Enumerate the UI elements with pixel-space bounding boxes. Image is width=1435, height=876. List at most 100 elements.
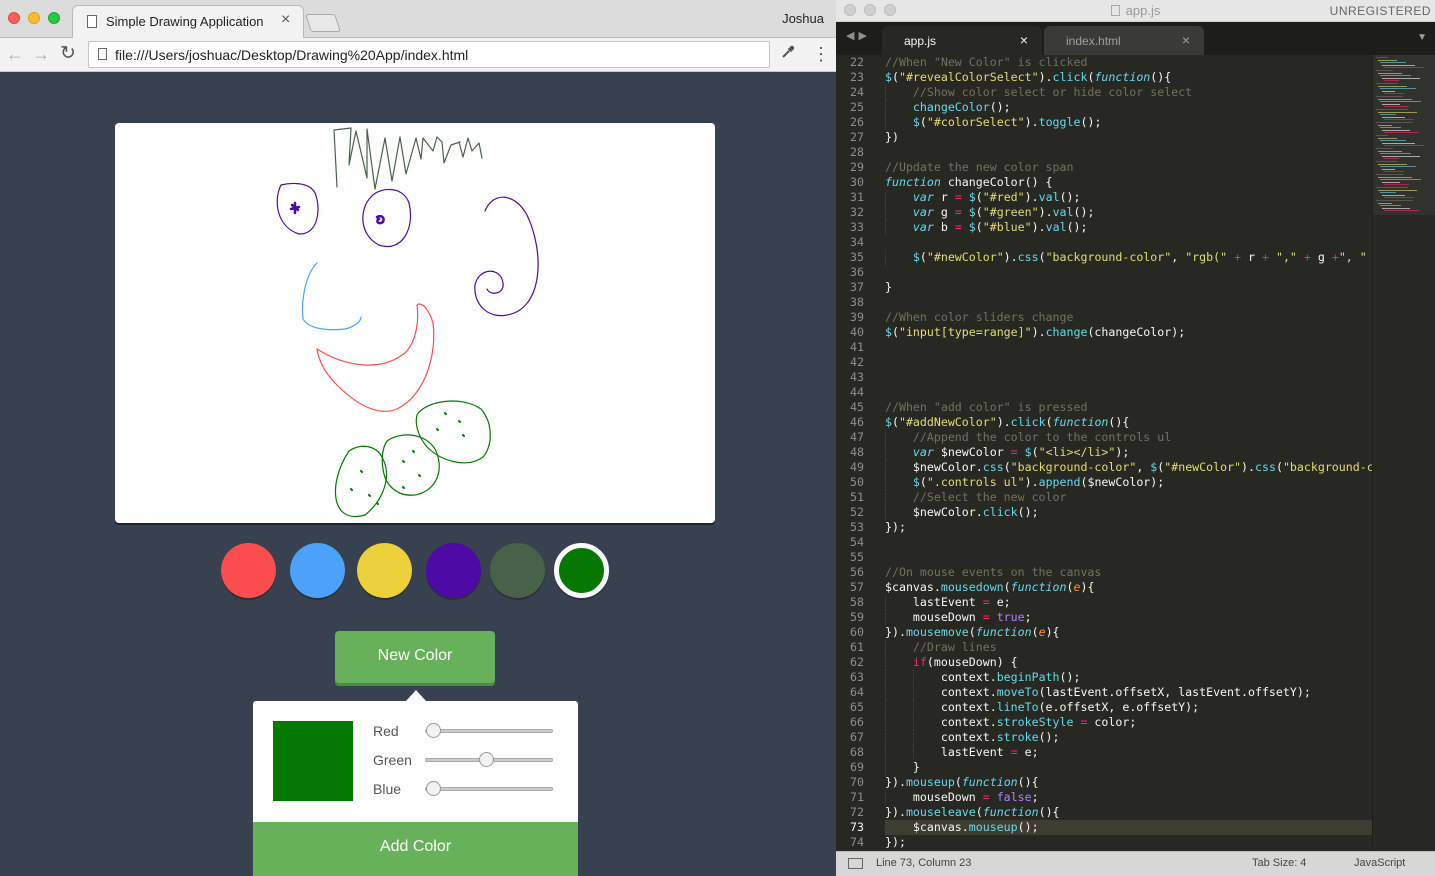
tab-close-icon[interactable]: × (1020, 32, 1028, 48)
code-line[interactable]: context.moveTo(lastEvent.offsetX, lastEv… (885, 685, 1374, 700)
profile-name[interactable]: Joshua (782, 11, 824, 26)
code-line[interactable]: } (885, 280, 1374, 295)
code-line[interactable]: changeColor(); (885, 100, 1374, 115)
code-line[interactable]: var g = $("#green").val(); (885, 205, 1374, 220)
tab-close-icon[interactable]: × (1182, 32, 1190, 48)
code-line[interactable] (885, 145, 1374, 160)
code-line[interactable]: $("#newColor").css("background-color", "… (885, 250, 1374, 265)
code-line[interactable]: var r = $("#red").val(); (885, 190, 1374, 205)
code-line[interactable]: if(mouseDown) { (885, 655, 1374, 670)
drawing-canvas[interactable] (115, 123, 715, 523)
code-line[interactable]: //When color sliders change (885, 310, 1374, 325)
address-bar-url[interactable]: file:///Users/joshuac/Desktop/Drawing%20… (115, 47, 468, 63)
blue-slider-thumb[interactable] (426, 781, 441, 796)
code-line[interactable]: }).mouseleave(function(){ (885, 805, 1374, 820)
eyedropper-icon[interactable] (780, 44, 796, 64)
browser-tab[interactable]: Simple Drawing Application × (72, 5, 304, 39)
menu-dots-icon[interactable]: ⋮ (812, 42, 830, 66)
code-line[interactable]: mouseDown = true; (885, 610, 1374, 625)
code-line[interactable]: }).mousemove(function(e){ (885, 625, 1374, 640)
back-arrow-icon[interactable]: ← (6, 43, 24, 65)
code-area[interactable]: //When "New Color" is clicked $("#revealC… (885, 55, 1374, 851)
tab-size-setting[interactable]: Tab Size: 4 (1252, 857, 1306, 869)
code-line[interactable]: } (885, 760, 1374, 775)
syntax-setting[interactable]: JavaScript (1354, 857, 1405, 869)
address-bar[interactable]: file:///Users/joshuac/Desktop/Drawing%20… (88, 41, 770, 68)
green-slider-thumb[interactable] (479, 752, 495, 767)
code-line[interactable] (885, 550, 1374, 565)
code-line[interactable]: lastEvent = e; (885, 745, 1374, 760)
code-line[interactable]: //Append the color to the controls ul (885, 430, 1374, 445)
tab-index-html[interactable]: index.html × (1044, 26, 1204, 55)
tab-app-js[interactable]: app.js × (882, 26, 1042, 55)
panel-toggle-icon[interactable] (848, 858, 863, 869)
code-line[interactable]: context.lineTo(e.offsetX, e.offsetY); (885, 700, 1374, 715)
code-line[interactable] (885, 355, 1374, 370)
code-line[interactable]: var b = $("#blue").val(); (885, 220, 1374, 235)
color-swatch-green[interactable] (554, 543, 609, 598)
color-swatch-blue[interactable] (290, 543, 345, 598)
code-line[interactable]: lastEvent = e; (885, 595, 1374, 610)
code-line[interactable]: context.beginPath(); (885, 670, 1374, 685)
reload-icon[interactable]: ↻ (60, 43, 76, 65)
code-line[interactable]: $("#colorSelect").toggle(); (885, 115, 1374, 130)
minimap-line (1384, 67, 1424, 69)
code-line[interactable]: $(".controls ul").append($newColor); (885, 475, 1374, 490)
code-line[interactable] (885, 340, 1374, 355)
code-line[interactable]: context.strokeStyle = color; (885, 715, 1374, 730)
minimap[interactable] (1372, 55, 1435, 851)
code-line[interactable]: }); (885, 835, 1374, 850)
minimap-line (1378, 137, 1397, 139)
code-line[interactable]: //When "add color" is pressed (885, 400, 1374, 415)
code-line[interactable]: $("#addNewColor").click(function(){ (885, 415, 1374, 430)
desktop: Simple Drawing Application × Joshua ← → … (0, 0, 1435, 876)
code-line[interactable]: context.stroke(); (885, 730, 1374, 745)
code-line[interactable] (885, 235, 1374, 250)
blue-slider[interactable] (425, 781, 553, 796)
code-editor[interactable]: 22 23 24 25 26 27 28 29 30 31 32 33 34 35 36 37 38 39 40 41… (836, 55, 1435, 851)
color-swatch-dark-green[interactable] (490, 543, 545, 598)
code-line[interactable]: mouseDown = false; (885, 790, 1374, 805)
code-line[interactable]: //Draw lines (885, 640, 1374, 655)
green-slider[interactable] (425, 752, 553, 767)
indent-guide (885, 250, 886, 265)
color-swatch-red[interactable] (221, 543, 276, 598)
code-line[interactable]: var $newColor = $("<li></li>"); (885, 445, 1374, 460)
code-line[interactable]: $newColor.css("background-color", $("#ne… (885, 460, 1374, 475)
code-line[interactable] (885, 535, 1374, 550)
red-slider-thumb[interactable] (426, 723, 441, 738)
code-line[interactable]: $canvas.mousedown(function(e){ (885, 580, 1374, 595)
code-line[interactable] (885, 370, 1374, 385)
code-line[interactable] (885, 295, 1374, 310)
tab-nav-arrows-icon[interactable]: ◀▶ (846, 29, 871, 42)
color-swatch-purple[interactable] (426, 543, 481, 598)
code-line[interactable]: //When "New Color" is clicked (885, 55, 1374, 70)
window-minimize-button[interactable] (28, 12, 40, 24)
code-token: ){ (1045, 625, 1060, 639)
new-tab-button[interactable] (305, 14, 341, 32)
tab-close-icon[interactable]: × (281, 11, 290, 29)
code-line[interactable]: function changeColor() { (885, 175, 1374, 190)
code-line[interactable]: $canvas.mouseup(); (885, 820, 1374, 835)
code-line[interactable]: $newColor.click(); (885, 505, 1374, 520)
code-line[interactable]: }).mouseup(function(){ (885, 775, 1374, 790)
code-line[interactable]: $("#revealColorSelect").click(function()… (885, 70, 1374, 85)
code-line[interactable] (885, 265, 1374, 280)
color-swatch-yellow[interactable] (357, 543, 412, 598)
code-line[interactable]: //Update the new color span (885, 160, 1374, 175)
add-color-button[interactable]: Add Color (253, 822, 578, 876)
code-line[interactable]: //On mouse events on the canvas (885, 565, 1374, 580)
tab-dropdown-icon[interactable]: ▼ (1417, 32, 1427, 43)
new-color-button[interactable]: New Color (335, 631, 495, 683)
red-slider[interactable] (425, 723, 553, 738)
code-line[interactable] (885, 385, 1374, 400)
code-line[interactable]: //Show color select or hide color select (885, 85, 1374, 100)
code-line[interactable]: }); (885, 520, 1374, 535)
code-line[interactable]: $("input[type=range]").change(changeColo… (885, 325, 1374, 340)
forward-arrow-icon[interactable]: → (32, 43, 50, 65)
window-zoom-button[interactable] (48, 12, 60, 24)
window-close-button[interactable] (8, 12, 20, 24)
code-line[interactable]: //Select the new color (885, 490, 1374, 505)
code-line[interactable]: }) (885, 130, 1374, 145)
